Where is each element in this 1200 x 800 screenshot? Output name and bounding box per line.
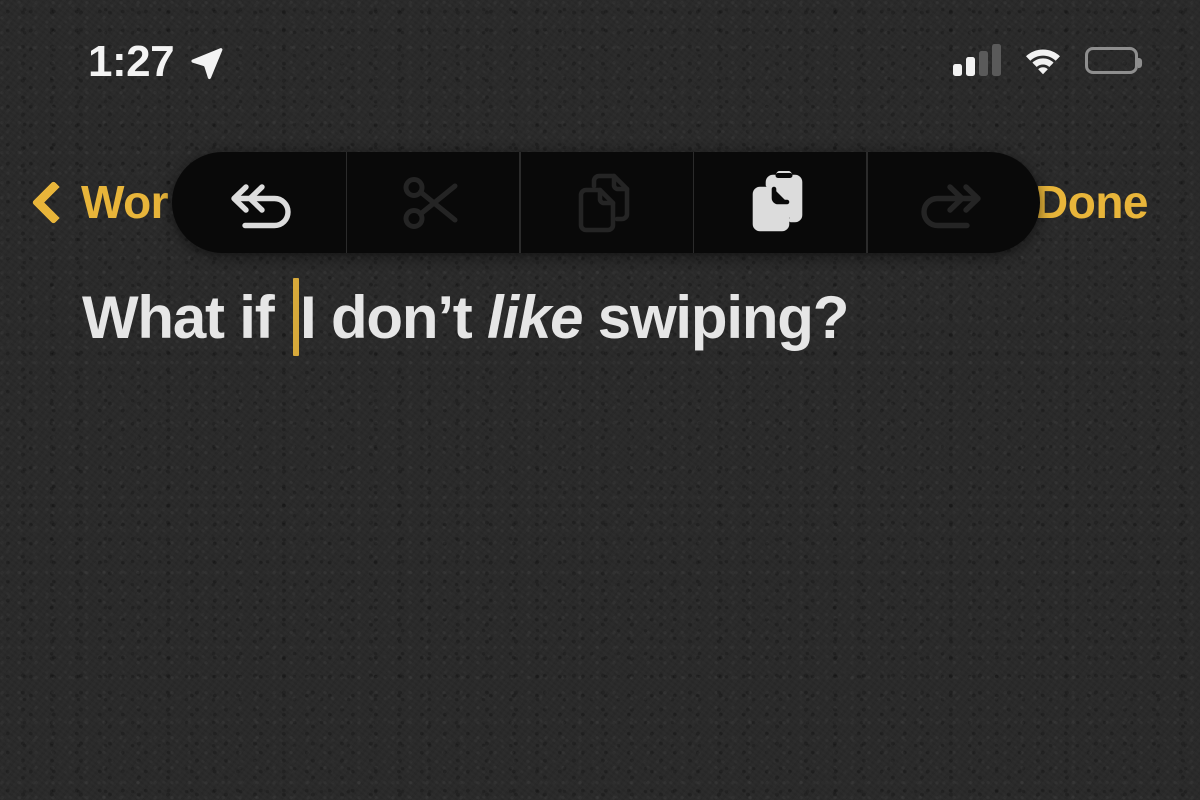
location-arrow-icon bbox=[188, 44, 224, 80]
note-text-after-caret: I don’t bbox=[300, 284, 488, 351]
copy-documents-icon bbox=[577, 172, 635, 234]
copy-button[interactable] bbox=[519, 152, 693, 253]
text-cursor bbox=[293, 278, 300, 356]
note-body[interactable]: What if I don’t like swiping? bbox=[82, 278, 1140, 356]
undo-arrow-icon bbox=[222, 173, 296, 233]
note-text-emphasis: like bbox=[487, 284, 583, 351]
cellular-signal-icon bbox=[953, 44, 1001, 76]
note-paper-background bbox=[0, 0, 1200, 800]
done-button-label: Done bbox=[1035, 176, 1149, 228]
done-button[interactable]: Done bbox=[1035, 160, 1149, 244]
undo-button[interactable] bbox=[172, 152, 346, 253]
battery-icon bbox=[1085, 46, 1142, 74]
edit-action-toolbar bbox=[172, 152, 1040, 253]
back-button[interactable]: Wor bbox=[31, 160, 169, 244]
chevron-left-icon bbox=[31, 180, 76, 224]
redo-arrow-icon bbox=[916, 173, 990, 233]
note-text-trailing: swiping? bbox=[582, 284, 850, 351]
status-bar: 1:27 bbox=[0, 0, 1200, 118]
cut-button[interactable] bbox=[345, 152, 520, 253]
wifi-icon bbox=[1022, 44, 1064, 76]
paste-button[interactable] bbox=[692, 152, 867, 253]
phone-screen: 1:27 Wor Done What if I don’t like swipi… bbox=[0, 0, 1200, 800]
note-text-before-caret: What if bbox=[82, 284, 290, 351]
paste-clipboard-icon bbox=[751, 170, 809, 235]
note-text-line[interactable]: What if I don’t like swiping? bbox=[82, 278, 1140, 356]
status-bar-left: 1:27 bbox=[88, 40, 224, 84]
redo-button[interactable] bbox=[866, 152, 1040, 253]
back-button-label: Wor bbox=[81, 176, 169, 228]
scissors-icon bbox=[401, 174, 463, 232]
status-bar-clock: 1:27 bbox=[88, 37, 175, 86]
status-bar-right bbox=[953, 44, 1142, 76]
